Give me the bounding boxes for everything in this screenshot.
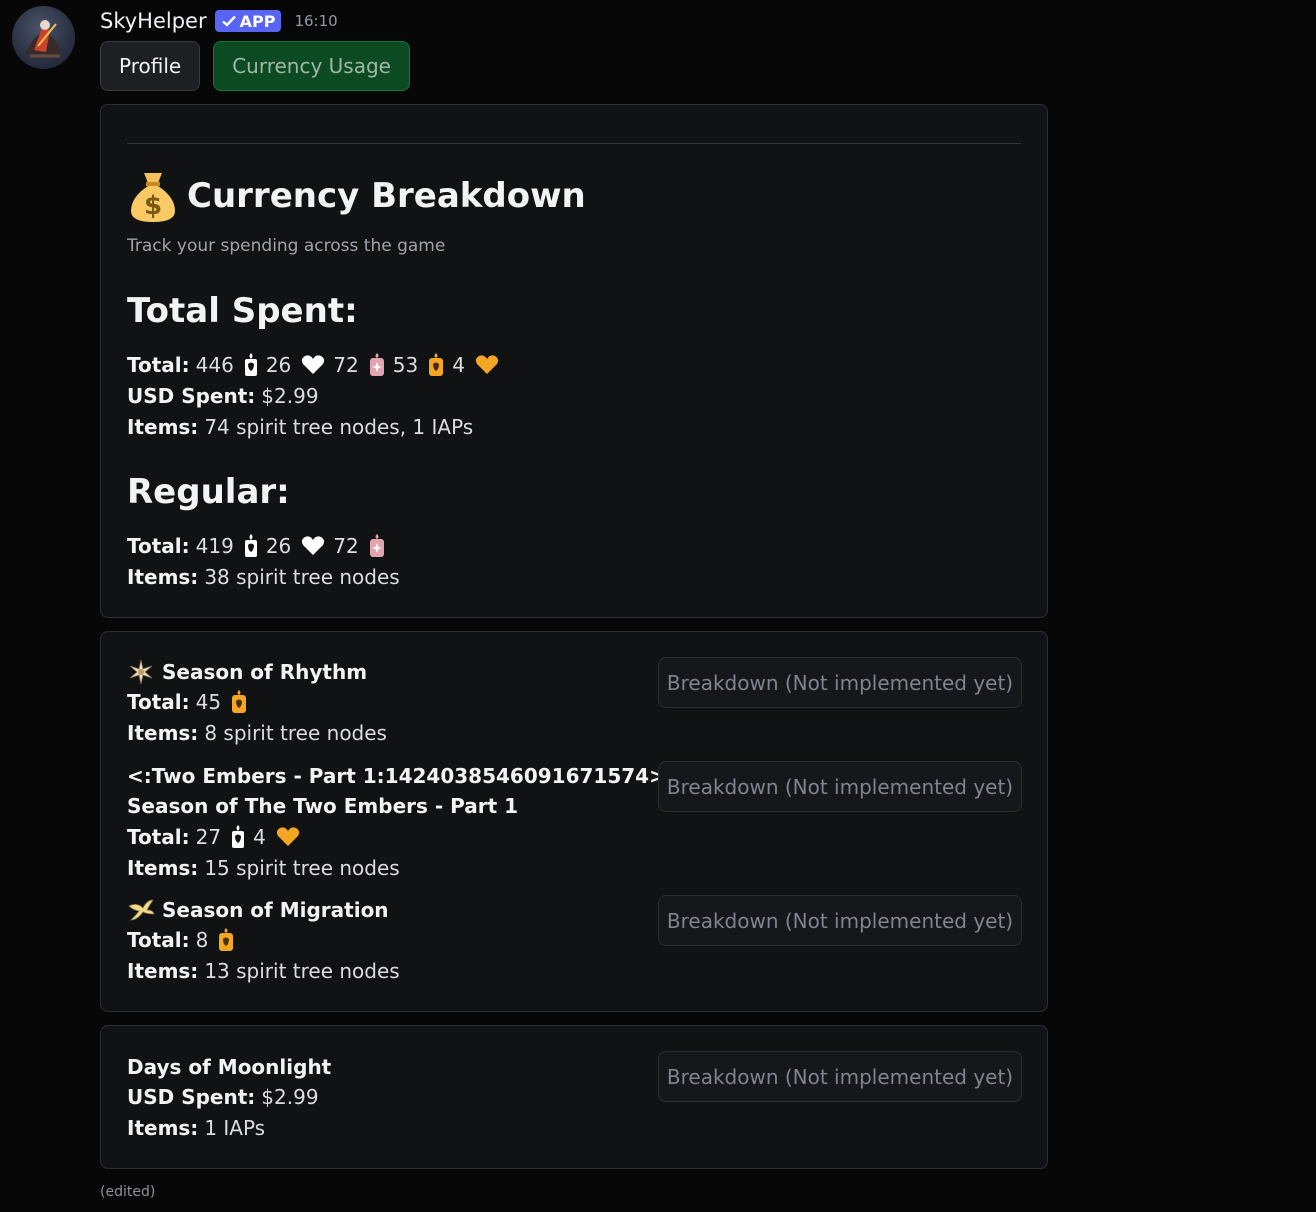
season-title-two-embers: Season of The Two Embers - Part 1 bbox=[127, 794, 519, 818]
items-line: Items: 74 spirit tree nodes, 1 IAPs bbox=[127, 413, 473, 441]
profile-button[interactable]: Profile bbox=[100, 41, 201, 91]
seasons-card: Season of Rhythm Total: 45 Items: 8 spir… bbox=[100, 631, 1048, 1012]
breakdown-button-rhythm[interactable]: Breakdown (Not implemented yet) bbox=[658, 657, 1022, 708]
event-card: Days of Moonlight USD Spent: $2.99 Items… bbox=[100, 1025, 1048, 1169]
season-candle-count: 53 bbox=[392, 353, 419, 377]
candle-icon bbox=[231, 825, 245, 849]
items-label: Items: bbox=[127, 415, 199, 439]
items-value: 13 spirit tree nodes bbox=[204, 959, 400, 983]
candle-count: 419 bbox=[195, 534, 234, 558]
breakdown-subtitle: Track your spending across the game bbox=[127, 236, 446, 256]
ascended-candle-icon bbox=[369, 353, 385, 377]
items-label: Items: bbox=[127, 1116, 199, 1140]
ascended-candle-count: 72 bbox=[333, 353, 359, 377]
separator bbox=[127, 143, 1021, 144]
usd-value: $2.99 bbox=[261, 384, 319, 408]
heart-icon bbox=[301, 355, 325, 375]
bot-avatar[interactable] bbox=[12, 6, 75, 69]
usd-label: USD Spent: bbox=[127, 1085, 256, 1109]
items-value: 38 spirit tree nodes bbox=[204, 565, 400, 589]
total-spent-line: Total: 446 26 72 53 4 bbox=[127, 351, 507, 379]
items-line: Items: 1 IAPs bbox=[127, 1114, 265, 1142]
season-candle-icon bbox=[218, 928, 234, 952]
total-label: Total: bbox=[127, 928, 190, 952]
timestamp[interactable]: 16:10 bbox=[294, 12, 337, 30]
message-header: SkyHelper APP 16:10 bbox=[100, 6, 338, 36]
breakdown-button-moonlight[interactable]: Breakdown (Not implemented yet) bbox=[658, 1051, 1022, 1102]
breakdown-title-row: $ Currency Breakdown bbox=[127, 167, 586, 225]
currency-usage-button[interactable]: Currency Usage bbox=[213, 41, 410, 91]
items-label: Items: bbox=[127, 856, 199, 880]
season-emoji-text: <:Two Embers - Part 1:142403854609167157… bbox=[127, 764, 666, 788]
currency-breakdown-card: $ Currency Breakdown Track your spending… bbox=[100, 104, 1048, 618]
usd-value: $2.99 bbox=[261, 1085, 319, 1109]
items-value: 15 spirit tree nodes bbox=[204, 856, 400, 880]
event-title: Days of Moonlight bbox=[127, 1055, 332, 1079]
regular-total-line: Total: 419 26 72 bbox=[127, 532, 393, 560]
items-value: 74 spirit tree nodes, 1 IAPs bbox=[204, 415, 474, 439]
usd-label: USD Spent: bbox=[127, 384, 256, 408]
season-candle-count: 8 bbox=[195, 928, 209, 952]
money-bag-icon: $ bbox=[131, 173, 175, 222]
items-label: Items: bbox=[127, 959, 199, 983]
season-heart-icon bbox=[475, 355, 499, 375]
regular-items-line: Items: 38 spirit tree nodes bbox=[127, 563, 400, 591]
heart-count: 26 bbox=[265, 353, 292, 377]
season-items-line: Items: 15 spirit tree nodes bbox=[127, 854, 400, 882]
season-title-text: Season of Rhythm bbox=[162, 660, 368, 684]
total-label: Total: bbox=[127, 825, 190, 849]
heart-icon bbox=[301, 536, 325, 556]
season-heart-count: 4 bbox=[253, 825, 266, 849]
breakdown-title: Currency Breakdown bbox=[187, 176, 586, 216]
edited-label: (edited) bbox=[100, 1184, 156, 1200]
season-total-line: Total: 8 bbox=[127, 926, 242, 954]
ascended-candle-icon bbox=[369, 534, 385, 558]
items-value: 1 IAPs bbox=[204, 1116, 266, 1140]
items-label: Items: bbox=[127, 565, 199, 589]
total-label: Total: bbox=[127, 534, 190, 558]
breakdown-button-two-embers[interactable]: Breakdown (Not implemented yet) bbox=[658, 761, 1022, 812]
season-heart-count: 4 bbox=[452, 353, 465, 377]
total-label: Total: bbox=[127, 353, 190, 377]
candle-icon bbox=[244, 353, 258, 377]
season-title-migration: Season of Migration bbox=[127, 896, 389, 924]
tab-buttons: Profile Currency Usage bbox=[100, 41, 410, 91]
username[interactable]: SkyHelper bbox=[100, 9, 207, 33]
ascended-candle-count: 72 bbox=[333, 534, 359, 558]
usd-spent-line: USD Spent: $2.99 bbox=[127, 1083, 319, 1111]
season-title-text: Season of Migration bbox=[162, 898, 389, 922]
candle-count: 446 bbox=[195, 353, 234, 377]
app-badge-label: APP bbox=[239, 11, 276, 31]
items-label: Items: bbox=[127, 721, 199, 745]
heart-count: 26 bbox=[265, 534, 292, 558]
svg-text:$: $ bbox=[144, 191, 162, 221]
usd-spent-line: USD Spent: $2.99 bbox=[127, 382, 319, 410]
season-candle-icon bbox=[428, 353, 444, 377]
total-label: Total: bbox=[127, 690, 190, 714]
regular-heading: Regular: bbox=[127, 472, 290, 512]
season-heart-icon bbox=[276, 827, 300, 847]
candle-count: 27 bbox=[195, 825, 222, 849]
season-items-line: Items: 13 spirit tree nodes bbox=[127, 957, 400, 985]
season-of-rhythm-icon bbox=[129, 659, 153, 685]
season-total-line: Total: 45 bbox=[127, 688, 255, 716]
items-value: 8 spirit tree nodes bbox=[204, 721, 387, 745]
season-candle-count: 45 bbox=[195, 690, 222, 714]
season-of-migration-icon bbox=[128, 899, 155, 921]
verified-check-icon bbox=[221, 15, 236, 27]
app-badge: APP bbox=[214, 10, 282, 32]
season-total-line: Total: 27 4 bbox=[127, 823, 308, 851]
breakdown-button-migration[interactable]: Breakdown (Not implemented yet) bbox=[658, 895, 1022, 946]
total-spent-heading: Total Spent: bbox=[127, 291, 358, 331]
season-candle-icon bbox=[231, 690, 247, 714]
season-items-line: Items: 8 spirit tree nodes bbox=[127, 719, 387, 747]
season-title-rhythm: Season of Rhythm bbox=[127, 658, 367, 686]
candle-icon bbox=[244, 534, 258, 558]
